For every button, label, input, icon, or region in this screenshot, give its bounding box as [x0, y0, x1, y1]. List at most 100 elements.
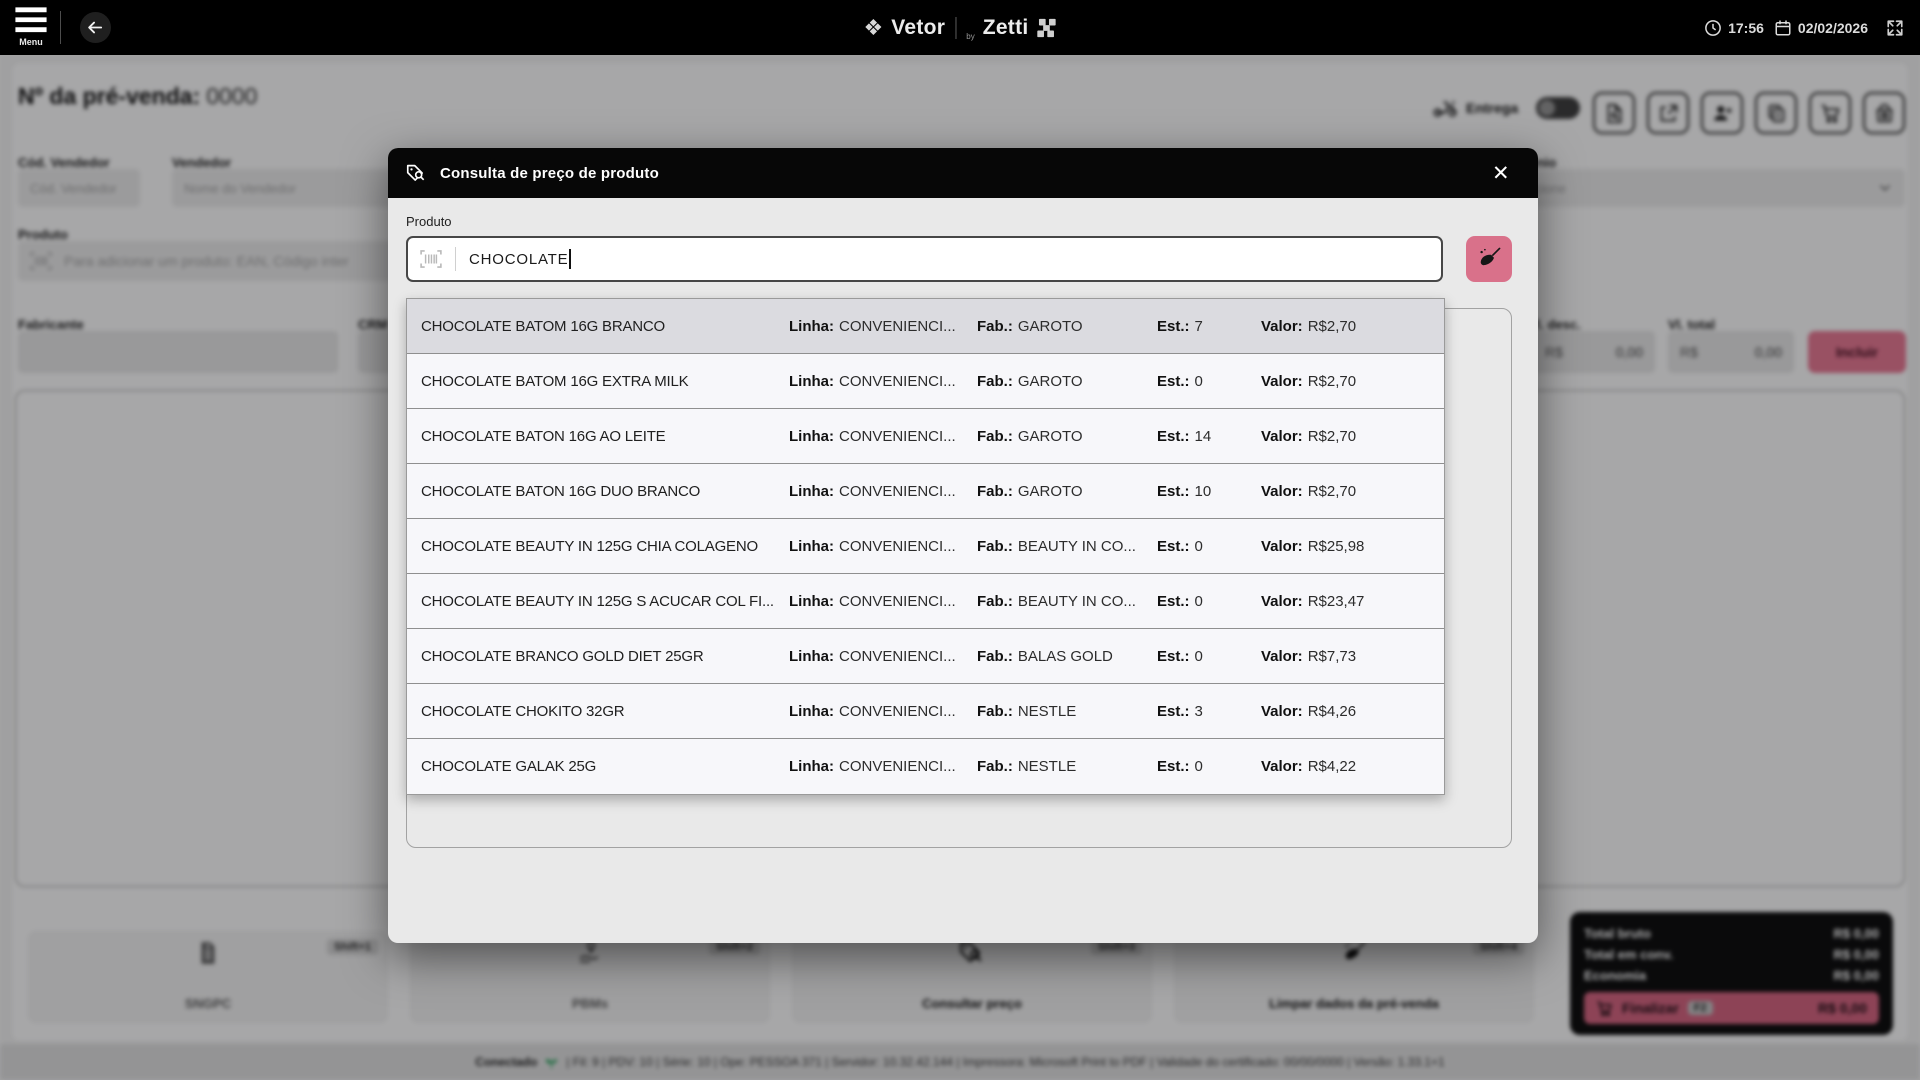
result-row[interactable]: CHOCOLATE BATON 16G DUO BRANCO Linha:CON…: [407, 464, 1444, 519]
linha-label: Linha:: [789, 758, 834, 775]
brand-divider: [955, 17, 956, 39]
fab-value: BALAS GOLD: [1018, 648, 1113, 665]
product-search-input[interactable]: CHOCOLATE: [406, 236, 1443, 282]
broom-icon: [1476, 246, 1502, 272]
product-name: CHOCOLATE GALAK 25G: [421, 758, 789, 775]
product-fab: Fab.: GAROTO: [977, 373, 1157, 390]
linha-value: CONVENIENCI...: [839, 648, 956, 665]
valor-label: Valor:: [1261, 538, 1303, 555]
linha-label: Linha:: [789, 483, 834, 500]
fullscreen-icon[interactable]: [1886, 19, 1904, 37]
product-valor: Valor: R$23,47: [1261, 593, 1430, 610]
result-row[interactable]: CHOCOLATE BRANCO GOLD DIET 25GR Linha: CO…: [407, 629, 1444, 684]
result-row[interactable]: CHOCOLATE BATOM 16G EXTRA MILK Linha:CON…: [407, 354, 1444, 409]
menu-button[interactable]: Menu: [14, 7, 48, 47]
est-label: Est.:: [1157, 538, 1190, 555]
product-fab: Fab.: GAROTO: [977, 428, 1157, 445]
valor-label: Valor:: [1261, 758, 1303, 775]
est-label: Est.:: [1157, 318, 1190, 335]
product-est: Est.:14: [1157, 428, 1261, 445]
search-results-dropdown: CHOCOLATE BATOM 16G BRANCO Linha:CONVENI…: [406, 298, 1445, 795]
price-lookup-modal: Consulta de preço de produto ✕ Produto C…: [388, 148, 1538, 943]
current-time: 17:56: [1728, 20, 1764, 36]
linha-value: CONVENIENCI...: [839, 483, 956, 500]
result-row[interactable]: CHOCOLATE CHOKITO 32GR Linha:CONVENIENCI…: [407, 684, 1444, 739]
vetor-diamond-icon: ❖: [863, 17, 883, 39]
est-label: Est.:: [1157, 428, 1190, 445]
est-label: Est.:: [1157, 483, 1190, 500]
product-name: CHOCOLATE BATOM 16G EXTRA MILK: [421, 373, 789, 390]
product-fab: Fab.:NESTLE: [977, 758, 1157, 775]
brand-by-text: by: [966, 32, 974, 41]
hamburger-icon: [14, 7, 48, 33]
product-est: Est.:10: [1157, 483, 1261, 500]
valor-value: R$2,70: [1308, 483, 1356, 500]
fab-label: Fab.:: [977, 758, 1013, 775]
result-row[interactable]: CHOCOLATE BEAUTY IN 125G CHIA COLAGENO L…: [407, 519, 1444, 574]
fab-label: Fab.:: [977, 373, 1013, 390]
est-value: 0: [1195, 593, 1203, 610]
est-value: 7: [1195, 318, 1203, 335]
current-date: 02/02/2026: [1798, 20, 1868, 36]
est-value: 0: [1195, 373, 1203, 390]
result-row[interactable]: CHOCOLATE BATOM 16G BRANCO Linha:CONVENI…: [407, 299, 1444, 354]
valor-value: R$23,47: [1308, 593, 1365, 610]
modal-title: Consulta de preço de produto: [440, 165, 659, 182]
product-valor: Valor: R$2,70: [1261, 318, 1430, 335]
pos-screen: Menu ❖ Vetor by Zetti 17:56: [0, 0, 1920, 1080]
modal-produto-label: Produto: [406, 214, 452, 229]
close-icon[interactable]: ✕: [1486, 160, 1512, 186]
clear-search-button[interactable]: [1466, 236, 1512, 282]
product-fab: Fab.:GAROTO: [977, 318, 1157, 335]
product-linha: Linha:CONVENIENCI...: [789, 373, 977, 390]
valor-value: R$2,70: [1308, 318, 1356, 335]
search-value: CHOCOLATE: [469, 251, 568, 268]
result-row[interactable]: CHOCOLATE GALAK 25G Linha:CONVENIENCI...…: [407, 739, 1444, 794]
product-est: Est.:0: [1157, 758, 1261, 775]
valor-label: Valor:: [1261, 593, 1303, 610]
brand-logo: ❖ Vetor by Zetti: [863, 0, 1056, 55]
fab-value: GAROTO: [1018, 428, 1083, 445]
product-fab: Fab.: GAROTO: [977, 483, 1157, 500]
product-est: Est.:0: [1157, 648, 1261, 665]
result-row[interactable]: CHOCOLATE BEAUTY IN 125G S ACUCAR COL FI…: [407, 574, 1444, 629]
product-valor: Valor: R$25,98: [1261, 538, 1430, 555]
fab-label: Fab.:: [977, 483, 1013, 500]
valor-value: R$7,73: [1308, 648, 1356, 665]
product-fab: Fab.:BALAS GOLD: [977, 648, 1157, 665]
linha-value: CONVENIENCI...: [839, 593, 956, 610]
linha-label: Linha:: [789, 538, 834, 555]
linha-label: Linha:: [789, 648, 834, 665]
input-divider: [455, 247, 456, 271]
product-valor: Valor: R$7,73: [1261, 648, 1430, 665]
fab-label: Fab.:: [977, 428, 1013, 445]
product-linha: Linha:CONVENIENCI...: [789, 318, 977, 335]
fab-value: BEAUTY IN CO...: [1018, 593, 1136, 610]
est-label: Est.:: [1157, 703, 1190, 720]
result-row[interactable]: CHOCOLATE BATON 16G AO LEITE Linha:CONVE…: [407, 409, 1444, 464]
valor-value: R$25,98: [1308, 538, 1365, 555]
product-valor: Valor:R$2,70: [1261, 483, 1430, 500]
modal-header: Consulta de preço de produto ✕: [388, 148, 1538, 198]
valor-label: Valor:: [1261, 703, 1303, 720]
valor-label: Valor:: [1261, 648, 1303, 665]
valor-label: Valor:: [1261, 373, 1303, 390]
fab-value: GAROTO: [1018, 373, 1083, 390]
valor-value: R$4,22: [1308, 758, 1356, 775]
product-name: CHOCOLATE CHOKITO 32GR: [421, 703, 789, 720]
product-name: CHOCOLATE BATON 16G AO LEITE: [421, 428, 789, 445]
brand-zetti-text: Zetti: [983, 16, 1029, 40]
valor-label: Valor:: [1261, 318, 1303, 335]
product-est: Est.:0: [1157, 593, 1261, 610]
product-fab: Fab.:BEAUTY IN CO...: [977, 593, 1157, 610]
est-value: 0: [1195, 758, 1203, 775]
product-name: CHOCOLATE BEAUTY IN 125G CHIA COLAGENO: [421, 538, 789, 555]
fab-value: GAROTO: [1018, 483, 1083, 500]
top-bar: Menu ❖ Vetor by Zetti 17:56: [0, 0, 1920, 55]
linha-label: Linha:: [789, 428, 834, 445]
product-valor: Valor:R$2,70: [1261, 373, 1430, 390]
product-valor: Valor:R$4,26: [1261, 703, 1430, 720]
back-button[interactable]: [80, 12, 111, 43]
est-value: 0: [1195, 538, 1203, 555]
product-name: CHOCOLATE BRANCO GOLD DIET 25GR: [421, 648, 789, 665]
